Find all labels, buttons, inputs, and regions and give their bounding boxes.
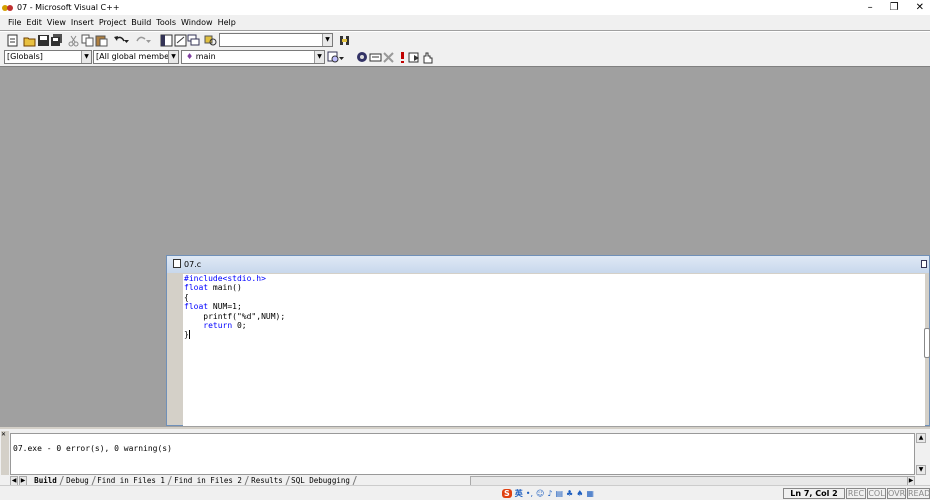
menu-window[interactable]: Window (181, 18, 213, 27)
member-combo-value: main (195, 52, 216, 61)
menu-build[interactable]: Build (131, 18, 151, 27)
build-result-message: 07.exe - 0 error(s), 0 warning(s) (13, 444, 172, 453)
breakpoint-hand-icon[interactable] (421, 51, 434, 64)
menu-bar: File Edit View Insert Project Build Tool… (0, 15, 930, 30)
class-combo[interactable]: [Globals] ▼ (4, 50, 92, 64)
toolbox-icon[interactable]: ▦ (586, 489, 594, 498)
save-icon[interactable] (37, 34, 50, 47)
text-cursor: ​ (188, 330, 190, 340)
status-bar: S 英 •, ☺ ♪ ▤ ♣ ♠ ▦ Ln 7, Col 2 REC COL O… (0, 485, 930, 500)
member-combo-dropdown-icon[interactable]: ▼ (314, 51, 324, 63)
ovr-indicator: OVR (887, 488, 906, 499)
editor-scroll-thumb[interactable] (924, 328, 930, 358)
menu-help[interactable]: Help (218, 18, 236, 27)
find-combo-dropdown-icon[interactable]: ▼ (322, 34, 332, 46)
save-all-icon[interactable] (50, 34, 63, 47)
workspace-icon[interactable] (160, 34, 173, 47)
wizard-bar: [Globals] ▼ [All global members ▼ ♦ main ▼ (0, 49, 930, 67)
window-title: 07 - Microsoft Visual C++ (17, 3, 120, 12)
ime-toolbar[interactable]: S 英 •, ☺ ♪ ▤ ♣ ♠ ▦ (502, 487, 594, 500)
go-icon[interactable] (408, 51, 421, 64)
code-line-4: float NUM=1; (184, 302, 242, 312)
editor-title-bar[interactable]: 07.c (167, 256, 929, 273)
source-code: #include<stdio.h> float main() { float N… (184, 274, 285, 340)
standard-toolbar: ▼ (0, 31, 930, 49)
copy-icon[interactable] (81, 34, 94, 47)
class-combo-value: [Globals] (7, 52, 43, 61)
code-line-3: { (184, 292, 189, 302)
output-grip[interactable]: ✕ (1, 431, 9, 475)
editor-title: 07.c (184, 260, 202, 269)
find-combo[interactable]: ▼ (219, 33, 333, 47)
output-window-icon[interactable] (174, 34, 187, 47)
restore-button[interactable]: ❐ (890, 2, 899, 13)
minimize-button[interactable]: – (868, 2, 873, 13)
emoji-icon[interactable]: ☺ (536, 489, 544, 498)
menu-view[interactable]: View (47, 18, 66, 27)
code-editor[interactable]: #include<stdio.h> float main() { float N… (183, 274, 925, 426)
rec-indicator: REC (846, 488, 866, 499)
microphone-icon[interactable]: ♪ (547, 489, 552, 498)
sogou-ime-icon[interactable]: S (502, 489, 512, 498)
code-line-5: printf("%d",NUM); (184, 311, 286, 321)
app-icon (2, 3, 14, 13)
function-icon: ♦ (186, 52, 194, 61)
filter-combo-value: [All global members (96, 52, 177, 61)
new-text-file-icon[interactable] (6, 34, 19, 47)
stop-build-icon[interactable] (382, 51, 395, 64)
compile-icon[interactable] (356, 51, 369, 64)
class-combo-dropdown-icon[interactable]: ▼ (81, 51, 91, 63)
keyboard-icon[interactable]: ▤ (555, 489, 563, 498)
redo-dropdown-icon[interactable] (146, 34, 152, 47)
paste-icon[interactable] (95, 34, 108, 47)
punctuation-icon[interactable]: •, (526, 489, 533, 498)
find-icon[interactable] (338, 34, 351, 47)
cursor-position: Ln 7, Col 2 (783, 488, 845, 499)
document-icon (173, 259, 181, 270)
cut-icon[interactable] (67, 34, 80, 47)
output-scroll-up-icon[interactable]: ▲ (916, 433, 926, 443)
find-in-files-icon[interactable] (204, 34, 217, 47)
output-pane: ✕ 07.exe - 0 error(s), 0 warning(s) ▲ ▼ … (0, 427, 930, 486)
filter-combo[interactable]: [All global members ▼ (93, 50, 179, 64)
read-indicator: READ (907, 488, 930, 499)
code-line-2: float main() (184, 283, 242, 293)
title-bar: 07 - Microsoft Visual C++ – ❐ ✕ (0, 0, 930, 15)
tools-icon[interactable]: ♣ (566, 489, 573, 498)
open-folder-icon[interactable] (23, 34, 36, 47)
menu-file[interactable]: File (8, 18, 21, 27)
member-combo[interactable]: ♦ main ▼ (181, 50, 325, 64)
maximize-editor-icon[interactable] (921, 260, 927, 270)
skin-icon[interactable]: ♠ (576, 489, 583, 498)
output-text-area[interactable]: 07.exe - 0 error(s), 0 warning(s) (10, 433, 915, 475)
output-scroll-down-icon[interactable]: ▼ (916, 465, 926, 475)
menu-tools[interactable]: Tools (156, 18, 176, 27)
build-icon[interactable] (369, 51, 382, 64)
menu-edit[interactable]: Edit (26, 18, 42, 27)
ime-mode-label[interactable]: 英 (515, 488, 523, 499)
menu-project[interactable]: Project (99, 18, 126, 27)
window-list-icon[interactable] (187, 34, 200, 47)
undo-dropdown-icon[interactable] (124, 34, 130, 47)
code-line-6: return 0; (203, 321, 247, 331)
preprocessor-line: #include<stdio.h> (184, 274, 266, 283)
menu-insert[interactable]: Insert (71, 18, 94, 27)
wizard-action-dropdown-icon[interactable] (339, 51, 345, 64)
close-button[interactable]: ✕ (916, 2, 924, 13)
col-indicator: COL (867, 488, 886, 499)
filter-combo-dropdown-icon[interactable]: ▼ (168, 51, 178, 63)
editor-window: 07.c #include<stdio.h> float main() { fl… (166, 255, 930, 426)
